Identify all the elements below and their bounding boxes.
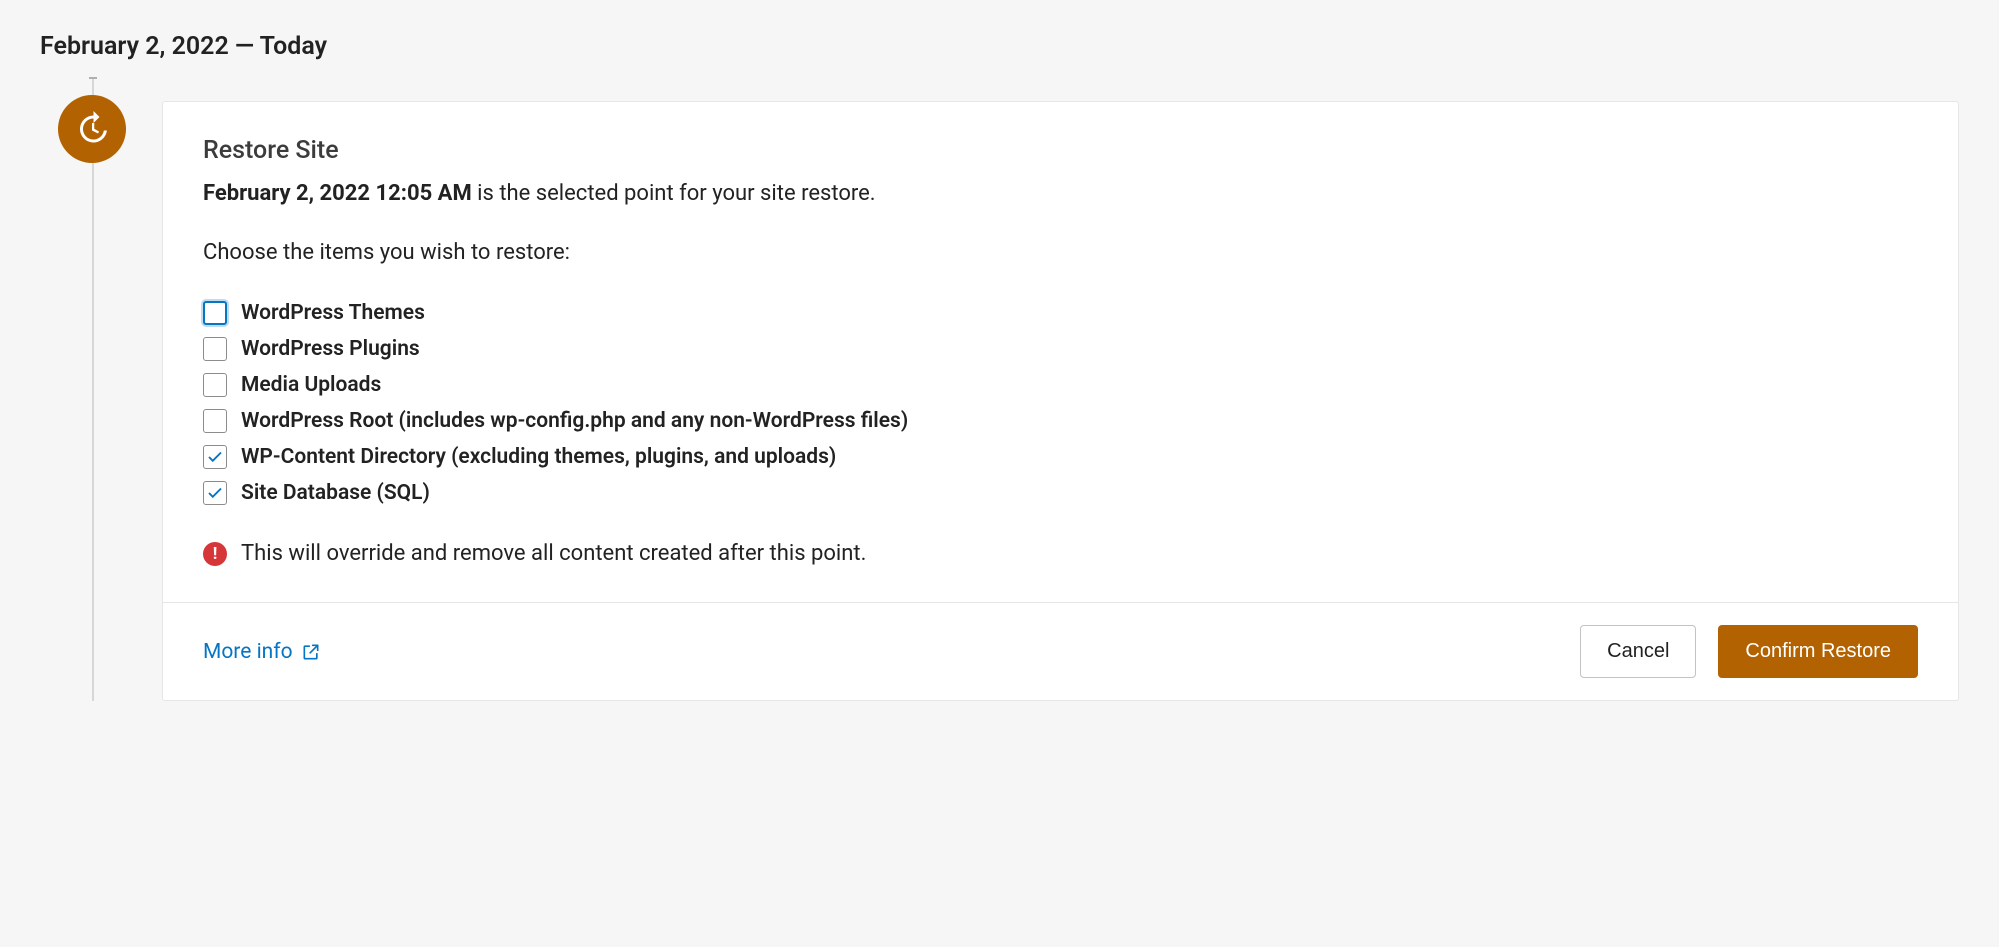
more-info-label: More info <box>203 640 293 664</box>
restore-option-row: WordPress Themes <box>203 295 1918 331</box>
restore-option-checkbox[interactable] <box>203 481 227 505</box>
restore-option-label: WordPress Themes <box>241 301 425 325</box>
restore-option-row: WordPress Plugins <box>203 331 1918 367</box>
restore-option-label: Media Uploads <box>241 373 381 397</box>
restore-option-checkbox[interactable] <box>203 337 227 361</box>
warning-text: This will override and remove all conten… <box>241 541 866 566</box>
restore-option-row: Media Uploads <box>203 367 1918 403</box>
restore-timestamp-line: February 2, 2022 12:05 AM is the selecte… <box>203 181 1918 206</box>
history-icon <box>58 95 126 163</box>
timeline-tick <box>89 77 97 79</box>
card-title: Restore Site <box>203 136 1918 165</box>
restore-option-checkbox[interactable] <box>203 409 227 433</box>
timeline-date-header: February 2, 2022 — Today <box>40 32 1959 61</box>
restore-option-label: Site Database (SQL) <box>241 481 430 505</box>
restore-option-checkbox[interactable] <box>203 445 227 469</box>
restore-option-row: Site Database (SQL) <box>203 475 1918 511</box>
timeline-line <box>92 77 94 701</box>
restore-option-label: WordPress Root (includes wp-config.php a… <box>241 409 908 433</box>
confirm-restore-button[interactable]: Confirm Restore <box>1718 625 1918 678</box>
restore-timestamp: February 2, 2022 12:05 AM <box>203 181 472 206</box>
external-link-icon <box>301 642 321 662</box>
restore-option-row: WP-Content Directory (excluding themes, … <box>203 439 1918 475</box>
cancel-button[interactable]: Cancel <box>1580 625 1696 678</box>
more-info-link[interactable]: More info <box>203 640 321 664</box>
warning-row: ! This will override and remove all cont… <box>203 541 1918 566</box>
restore-timestamp-rest: is the selected point for your site rest… <box>472 181 876 206</box>
restore-option-checkbox[interactable] <box>203 373 227 397</box>
restore-option-row: WordPress Root (includes wp-config.php a… <box>203 403 1918 439</box>
restore-instruction: Choose the items you wish to restore: <box>203 240 1918 265</box>
warning-icon: ! <box>203 542 227 566</box>
restore-option-label: WP-Content Directory (excluding themes, … <box>241 445 836 469</box>
restore-options-list: WordPress Themes WordPress Plugins Media U… <box>203 295 1918 511</box>
restore-option-checkbox[interactable] <box>203 301 227 325</box>
restore-card: Restore Site February 2, 2022 12:05 AM i… <box>162 101 1959 701</box>
restore-option-label: WordPress Plugins <box>241 337 420 361</box>
